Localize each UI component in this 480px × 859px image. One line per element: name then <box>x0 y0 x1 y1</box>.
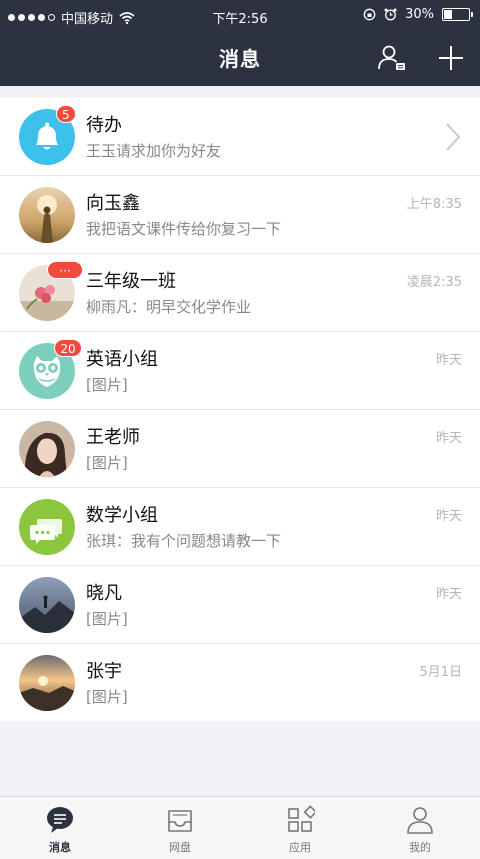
top-navigation-bar: 中国移动 下午2:56 30% 消息 <box>0 0 480 86</box>
page-title: 消息 <box>219 47 261 71</box>
avatar-photo-person-field <box>19 187 75 243</box>
conversation-item[interactable]: 20 英语小组 [图片] 昨天 <box>0 332 480 410</box>
conversation-item[interactable]: ··· 三年级一班 柳雨凡：明早交化学作业 凌晨2:35 <box>0 254 480 332</box>
unread-badge: 5 <box>56 105 76 123</box>
conversation-name: 张宇 <box>86 661 122 682</box>
bottom-tab-bar: 消息 网盘 应用 我的 <box>0 796 480 859</box>
conversation-item[interactable]: 王老师 [图片] 昨天 <box>0 410 480 488</box>
conversation-item[interactable]: 晓凡 [图片] 昨天 <box>0 566 480 644</box>
message-icon <box>47 807 73 833</box>
battery-percent: 30% <box>405 7 434 22</box>
inbox-tray-icon <box>168 810 192 832</box>
conversation-item-todo[interactable]: 5 待办 王玉请求加你为好友 <box>0 98 480 176</box>
conversation-name: 英语小组 <box>86 349 158 370</box>
tab-label: 消息 <box>49 841 71 854</box>
conversation-item[interactable]: 向玉鑫 我把语文课件传给你复习一下 上午8:35 <box>0 176 480 254</box>
conversation-item[interactable]: 数学小组 张琪：我有个问题想请教一下 昨天 <box>0 488 480 566</box>
conversation-list: 5 待办 王玉请求加你为好友 向玉鑫 我把语文课件传给你复习一下 上午8:35 <box>0 98 480 721</box>
status-bar: 中国移动 下午2:56 30% <box>0 0 480 32</box>
tab-apps[interactable]: 应用 <box>240 797 360 859</box>
unread-badge: 20 <box>54 339 82 357</box>
rotation-lock-icon <box>363 8 376 21</box>
conversation-name: 待办 <box>86 115 122 136</box>
conversation-name: 向玉鑫 <box>86 193 140 214</box>
conversation-name: 晓凡 <box>86 583 122 604</box>
apps-grid-icon <box>288 805 315 832</box>
conversation-time: 上午8:35 <box>406 197 462 212</box>
conversation-time: 昨天 <box>435 353 462 368</box>
conversation-preview: [图片] <box>86 688 128 706</box>
avatar-photo-woman <box>19 421 75 477</box>
tab-label: 应用 <box>289 841 311 854</box>
conversation-name: 三年级一班 <box>86 271 176 292</box>
conversation-preview: 王玉请求加你为好友 <box>86 142 222 160</box>
conversation-preview: [图片] <box>86 376 128 394</box>
conversation-item[interactable]: 张宇 [图片] 5月1日 <box>0 644 480 721</box>
conversation-time: 凌晨2:35 <box>406 275 462 290</box>
conversation-time: 5月1日 <box>419 665 462 680</box>
tab-label: 我的 <box>409 841 431 854</box>
conversation-preview: 柳雨凡：明早交化学作业 <box>86 298 252 316</box>
conversation-preview: [图片] <box>86 454 128 472</box>
conversation-time: 昨天 <box>435 431 462 446</box>
conversation-preview: [图片] <box>86 610 128 628</box>
conversation-preview: 张琪：我有个问题想请教一下 <box>86 532 282 550</box>
tab-label: 网盘 <box>169 841 191 854</box>
unread-badge: ··· <box>47 261 83 279</box>
chevron-right-icon <box>446 123 461 151</box>
person-icon <box>407 807 433 834</box>
status-right: 30% <box>363 7 473 22</box>
conversation-name: 王老师 <box>86 427 140 448</box>
conversation-preview: 我把语文课件传给你复习一下 <box>86 220 282 238</box>
tab-cloud-drive[interactable]: 网盘 <box>120 797 240 859</box>
battery-icon <box>442 8 473 21</box>
conversation-name: 数学小组 <box>86 505 158 526</box>
avatar-photo-sunset <box>19 655 75 711</box>
conversation-time: 昨天 <box>435 509 462 524</box>
avatar-photo-mountain <box>19 577 75 633</box>
conversation-time: 昨天 <box>435 587 462 602</box>
chat-bubbles-icon <box>19 499 75 555</box>
tab-me[interactable]: 我的 <box>360 797 480 859</box>
add-button[interactable] <box>435 42 467 74</box>
tab-messages[interactable]: 消息 <box>0 797 120 859</box>
alarm-clock-icon <box>384 8 397 21</box>
contacts-button[interactable] <box>376 42 408 74</box>
